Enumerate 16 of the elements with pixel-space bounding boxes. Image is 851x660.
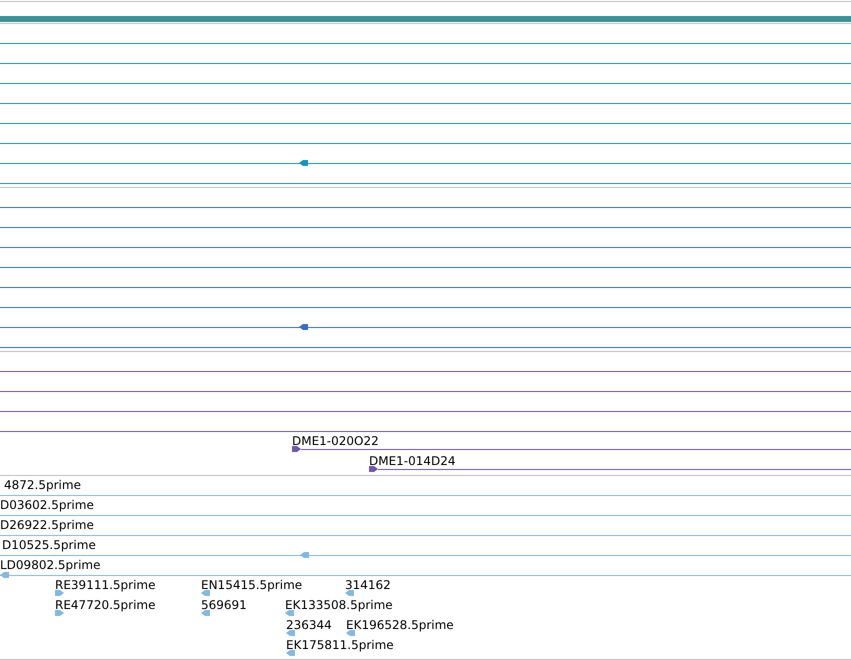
feature-label: 314162: [345, 578, 391, 592]
feature-label: D26922.5prime: [0, 518, 94, 532]
feature-label: 236344: [286, 618, 332, 632]
feature-label: DME1-020O22: [292, 434, 379, 448]
feature-label: LD09802.5prime: [0, 558, 101, 572]
feature-label: RE47720.5prime: [55, 598, 156, 612]
feature-label: 569691: [201, 598, 247, 612]
feature-label: DME1-014D24: [369, 454, 456, 468]
feature-label: RE39111.5prime: [55, 578, 156, 592]
feature-label: 4872.5prime: [4, 478, 81, 492]
feature-label: D03602.5prime: [0, 498, 94, 512]
feature-label: EK133508.5prime: [285, 598, 393, 612]
feature-label: EN15415.5prime: [201, 578, 302, 592]
feature-label: EK175811.5prime: [286, 638, 394, 652]
feature-label: EK196528.5prime: [346, 618, 454, 632]
feature-label: D10525.5prime: [2, 538, 96, 552]
